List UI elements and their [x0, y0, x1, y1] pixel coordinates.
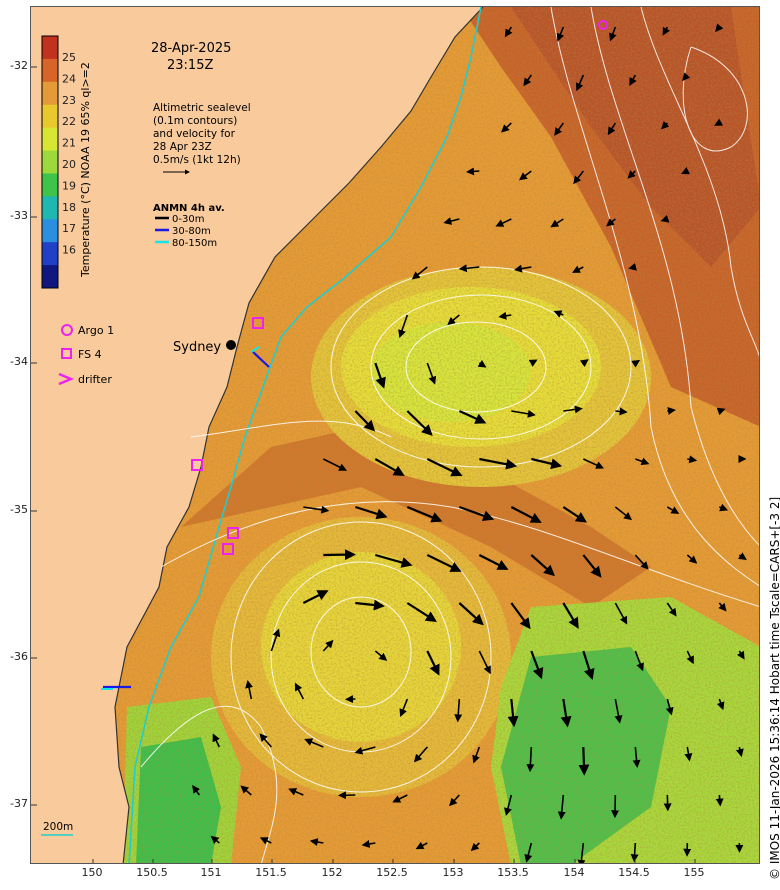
svg-text:0.5m/s (1kt 12h): 0.5m/s (1kt 12h)	[153, 154, 241, 166]
colorbar-segment	[42, 81, 58, 106]
x-tick-label: 155	[683, 866, 705, 879]
svg-text:and velocity for: and velocity for	[153, 128, 236, 140]
depth-label: 200m	[43, 821, 73, 833]
colorbar-tick-label: 24	[62, 72, 76, 85]
y-tick-label: -34	[10, 355, 28, 368]
sst-map: Sydney 28-Apr-2025 23:15Z Altimetric sea…	[30, 6, 760, 864]
colorbar-tick-label: 20	[62, 158, 76, 171]
credit-line: © IMOS 11-Jan-2026 15:36:14 Hobart time …	[768, 496, 780, 880]
svg-text:Altimetric sealevel: Altimetric sealevel	[153, 102, 251, 114]
x-tick-label: 150	[81, 866, 103, 879]
colorbar-tick-label: 23	[62, 94, 76, 107]
svg-text:30-80m: 30-80m	[172, 226, 211, 237]
x-tick-label: 151.5	[255, 866, 287, 879]
velocity-arrow	[715, 794, 724, 807]
colorbar-segment	[42, 58, 58, 83]
x-tick-label: 152.5	[376, 866, 408, 879]
svg-text:Argo 1: Argo 1	[78, 324, 114, 337]
velocity-arrow	[578, 746, 590, 776]
map-date: 28-Apr-2025	[151, 41, 231, 56]
svg-text:80-150m: 80-150m	[172, 238, 217, 249]
sydney-marker	[226, 340, 236, 350]
colorbar-segment	[42, 242, 58, 266]
svg-text:0-30m: 0-30m	[172, 214, 204, 225]
svg-text:(0.1m contours): (0.1m contours)	[153, 115, 237, 127]
svg-text:drifter: drifter	[78, 373, 112, 386]
y-tick-label: -37	[10, 797, 28, 810]
sydney-label: Sydney	[173, 340, 221, 355]
colorbar-label: Temperature (°C) NOAA 19 65% ql>=2	[79, 62, 92, 278]
colorbar-tick-label: 25	[62, 51, 76, 64]
map-time: 23:15Z	[167, 58, 213, 73]
x-tick-label: 154.5	[618, 866, 650, 879]
colorbar-segment	[42, 173, 58, 197]
colorbar-segment	[42, 219, 58, 243]
colorbar-segment	[42, 196, 58, 220]
colorbar-segment	[42, 150, 58, 174]
colorbar-tick-label: 16	[62, 244, 76, 257]
y-tick-label: -35	[10, 503, 28, 516]
colorbar-tick-label: 17	[62, 222, 76, 235]
y-tick-label: -36	[10, 650, 28, 663]
y-tick-label: -32	[10, 59, 28, 72]
colorbar-tick-label: 19	[62, 179, 76, 192]
svg-text:ANMN 4h av.: ANMN 4h av.	[153, 203, 225, 214]
x-tick-label: 153	[442, 866, 464, 879]
colorbar-segment	[42, 265, 58, 289]
colorbar-segment	[42, 36, 58, 60]
colorbar-segment	[42, 104, 58, 129]
x-tick-label: 150.5	[136, 866, 168, 879]
svg-text:28 Apr 23Z: 28 Apr 23Z	[153, 141, 212, 153]
velocity-arrow	[466, 167, 480, 176]
x-tick-label: 151	[200, 866, 222, 879]
colorbar: 25 24 23 22 21 20 19 18 17 16 Temperature (°C) NO…	[41, 35, 92, 289]
svg-text:FS 4: FS 4	[78, 348, 102, 361]
colorbar-segment	[42, 127, 58, 152]
x-tick-label: 153.5	[497, 866, 529, 879]
velocity-arrow	[615, 407, 628, 416]
colorbar-tick-label: 18	[62, 201, 76, 214]
colorbar-tick-label: 22	[62, 115, 76, 128]
velocity-arrow	[667, 406, 676, 415]
x-tick-label: 152	[321, 866, 343, 879]
colorbar-tick-label: 21	[62, 137, 76, 150]
y-tick-label: -33	[10, 209, 28, 222]
x-tick-label: 154	[563, 866, 585, 879]
